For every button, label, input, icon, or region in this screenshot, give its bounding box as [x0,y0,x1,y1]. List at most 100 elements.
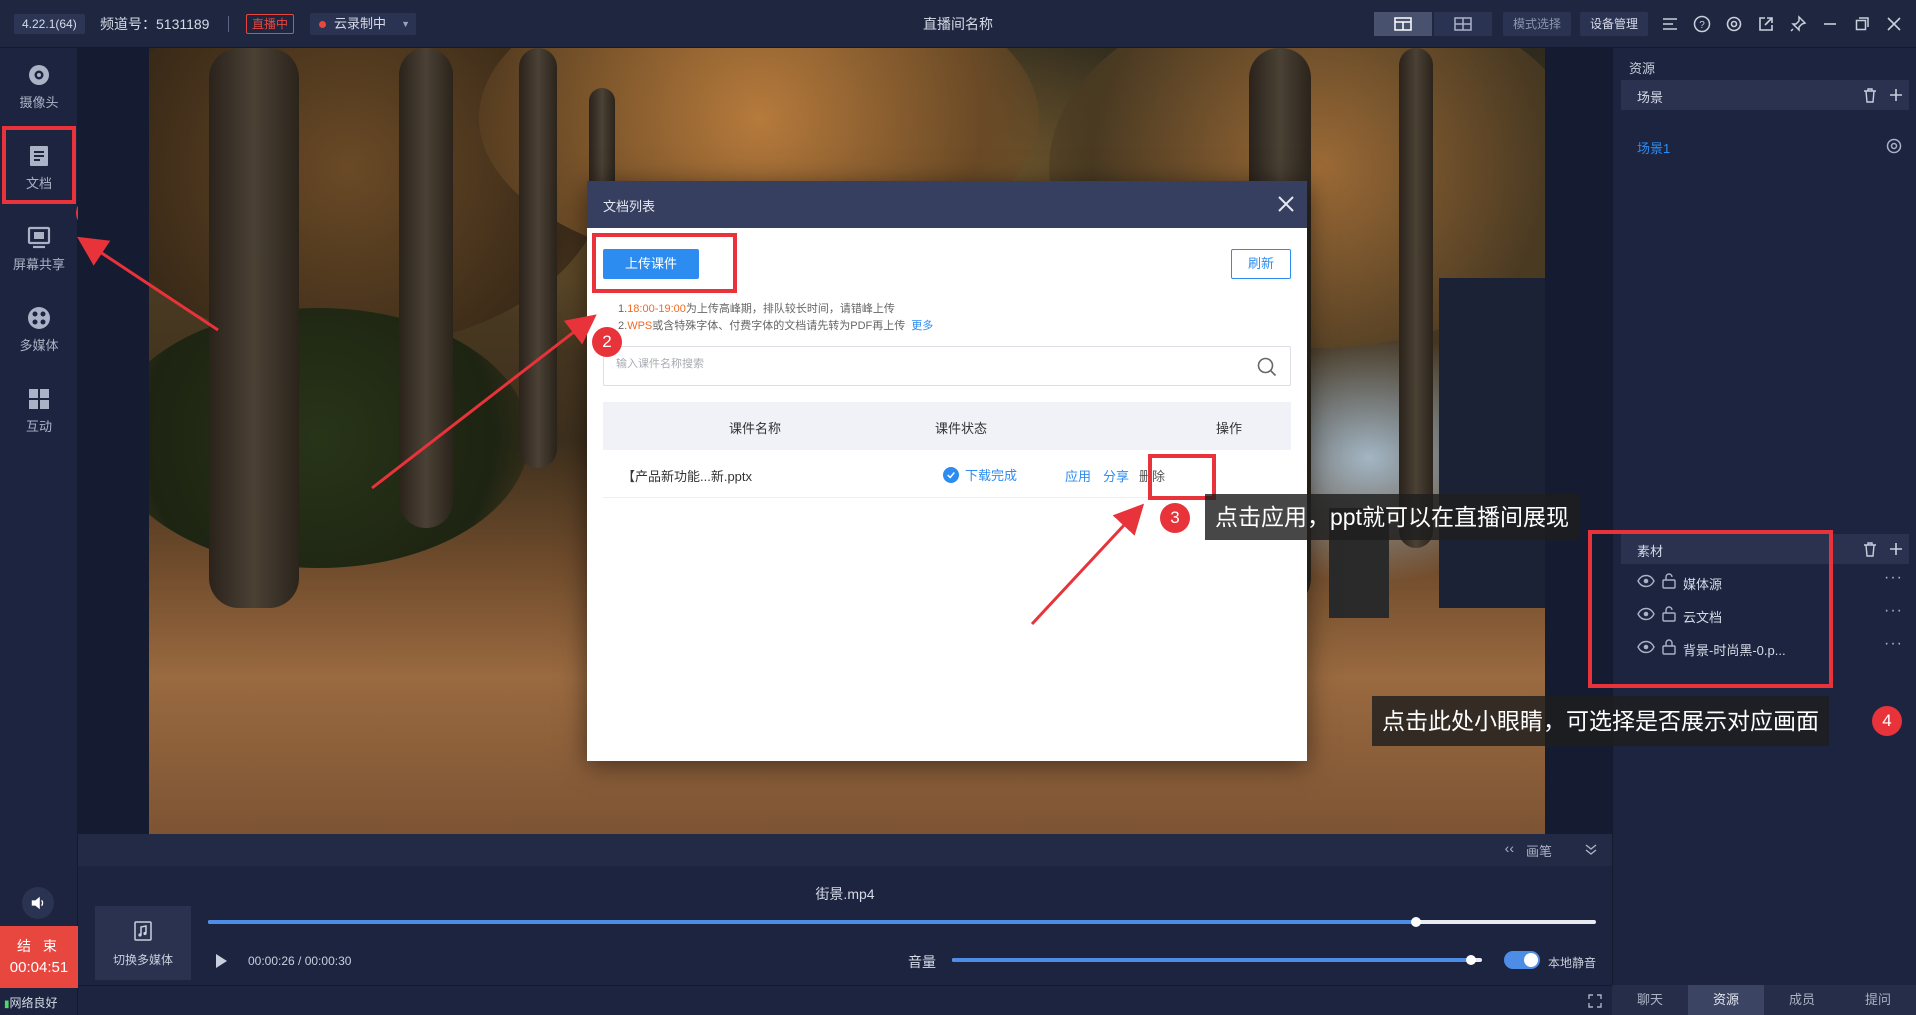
minimize-icon[interactable] [1819,13,1841,35]
volume-fill [952,958,1472,962]
step-badge-4: 4 [1872,706,1902,736]
mode-select-button[interactable]: 模式选择 [1503,12,1572,36]
screen-share-icon [27,226,51,249]
popout-icon[interactable] [1755,13,1777,35]
table-header: 课件名称 课件状态 操作 [603,402,1291,450]
fullscreen-icon[interactable] [1588,994,1602,1008]
volume-label: 音量 [908,954,936,970]
tab-resources[interactable]: 资源 [1688,985,1764,1015]
layout-grid-icon [1454,17,1472,31]
search-input[interactable] [616,358,1216,370]
tip-prefix: 1. [618,303,628,315]
resource-panel: 资源 场景 场景1 素材 媒体源 ··· 云文档 ··· 背景-时尚黑-0.p.… [1612,48,1916,985]
more-icon[interactable]: ··· [1884,569,1903,587]
cloud-record-dropdown[interactable]: 云录制中 ▼ [310,13,417,35]
media-control-bar: ‹‹ 画笔 街景.mp4 切换多媒体 00:00:26 / 00:00:30 音… [78,834,1612,985]
step-badge-3: 3 [1160,503,1190,533]
trash-icon[interactable] [1861,86,1879,104]
trash-icon[interactable] [1861,540,1879,558]
tab-chat[interactable]: 聊天 [1612,985,1688,1015]
tab-members[interactable]: 成员 [1764,985,1840,1015]
local-mute-label: 本地静音 [1548,956,1597,970]
sidebar-item-interaction[interactable]: 互动 [0,374,78,450]
network-status: ▮网络良好 [4,994,58,1014]
help-icon[interactable]: ? [1691,13,1713,35]
more-icon[interactable]: ··· [1884,602,1903,620]
media-icon [28,307,50,329]
sidebar-item-screen-share[interactable]: 屏幕共享 [0,212,78,288]
scene-section-label: 场景 [1637,90,1664,105]
tip-text: 或含特殊字体、付费字体的文档请先转为PDF再上传 [652,320,906,332]
apply-button[interactable]: 应用 [1065,466,1091,485]
sidebar-item-media[interactable]: 多媒体 [0,293,78,369]
speaker-button[interactable] [22,887,54,919]
upload-tip-1: 1.18:00-19:00为上传高峰期，排队较长时间，请错峰上传 [618,301,895,317]
layout-single-button[interactable] [1374,12,1432,36]
local-mute-toggle[interactable] [1504,951,1540,969]
menu-icon[interactable] [1659,13,1681,35]
highlight-box-materials [1588,530,1833,688]
upload-tip-2: 2.WPS或含特殊字体、付费字体的文档请先转为PDF再上传 更多 [618,318,933,334]
tip-text: 为上传高峰期，排队较长时间，请错峰上传 [685,303,895,315]
settings-icon[interactable] [1723,13,1745,35]
panel-title: 资源 [1629,61,1656,76]
end-label: 结 束 [17,938,61,954]
camera-icon [29,65,49,85]
volume-slider[interactable] [952,955,1482,965]
progress-handle[interactable] [1410,917,1421,927]
cloud-record-label: 云录制中 [334,16,387,31]
refresh-button[interactable]: 刷新 [1231,249,1291,279]
settings-icon[interactable] [1885,137,1903,155]
layout-grid-button[interactable] [1434,12,1492,36]
scene-item-label: 场景1 [1637,141,1671,156]
record-dot-icon [319,21,326,28]
channel-number: 频道号：5131189 [100,16,210,32]
add-icon[interactable] [1887,86,1905,104]
callout-eye: 点击此处小眼睛，可选择是否展示对应画面 [1372,696,1829,746]
device-manage-button[interactable]: 设备管理 [1580,12,1649,36]
right-panel-tabs: 聊天 资源 成员 提问 [1612,985,1916,1015]
step-badge-2: 2 [592,327,622,357]
collapse-left-icon[interactable]: ‹‹ [1505,840,1514,856]
brush-button[interactable]: 画笔 [1526,841,1552,860]
tip-highlight: WPS [627,320,653,332]
share-button[interactable]: 分享 [1103,466,1129,485]
playback-time: 00:00:26 / 00:00:30 [248,954,352,968]
divider [228,16,229,32]
more-icon[interactable]: ··· [1884,635,1903,653]
check-circle-icon [943,466,959,483]
pin-icon[interactable] [1787,13,1809,35]
scene-item[interactable]: 场景1 [1621,130,1909,162]
search-icon[interactable] [1256,356,1278,378]
version-label: 4.22.1(64) [14,14,85,34]
playback-progress[interactable] [208,917,1596,927]
svg-text:?: ? [1699,20,1705,31]
media-file-name: 街景.mp4 [815,886,875,902]
chevron-down-icon: ▼ [401,19,411,29]
play-icon[interactable] [212,952,230,970]
tab-questions[interactable]: 提问 [1840,985,1916,1015]
tip-prefix: 2. [618,320,628,332]
live-duration: 00:04:51 [9,959,69,976]
maximize-icon[interactable] [1851,13,1873,35]
close-icon[interactable] [1275,193,1297,215]
sidebar-item-camera[interactable]: 摄像头 [0,50,78,126]
title-bar: 4.22.1(64) 频道号：5131189 直播中 云录制中 ▼ 直播间名称 … [0,0,1916,48]
network-label: 网络良好 [9,996,58,1010]
end-live-button[interactable]: 结 束 00:04:51 [0,926,78,988]
sidebar-item-label: 互动 [25,419,52,434]
double-chevron-down-icon[interactable] [1584,843,1598,857]
highlight-box-document [2,126,76,204]
courseware-name: 【产品新功能...新.pptx [622,469,753,484]
courseware-status: 下载完成 [943,465,1017,484]
dialog-header: 文档列表 [587,181,1307,228]
tip-highlight: 18:00-19:00 [627,303,686,315]
close-icon[interactable] [1883,13,1905,35]
highlight-box-upload [592,233,737,293]
more-link[interactable]: 更多 [911,320,933,332]
switch-media-button[interactable]: 切换多媒体 [95,906,191,980]
volume-handle[interactable] [1466,955,1477,965]
interaction-icon [29,389,49,409]
add-icon[interactable] [1887,540,1905,558]
column-ops: 操作 [1216,421,1243,436]
